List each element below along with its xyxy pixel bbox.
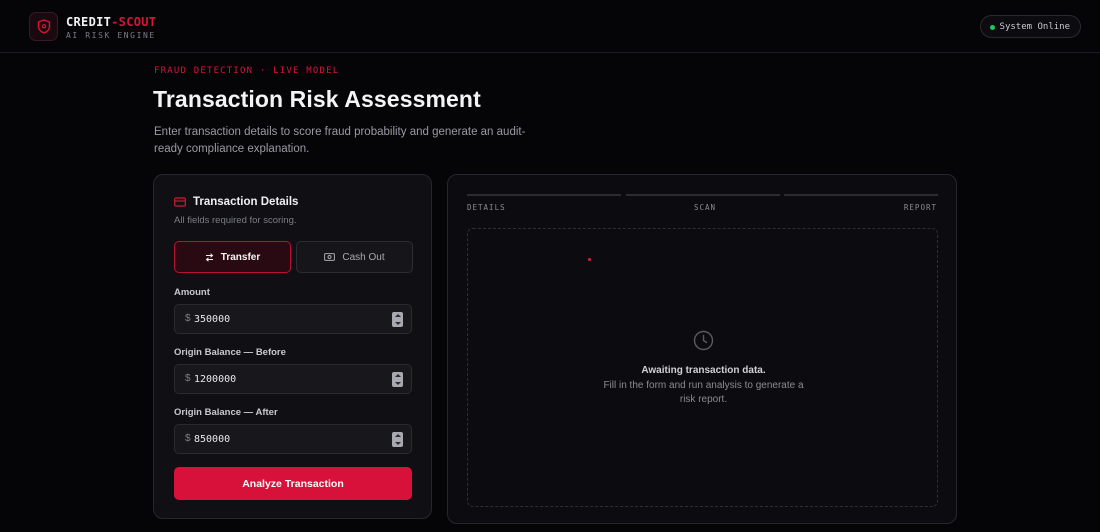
form-header: Transaction Details xyxy=(174,196,298,208)
scan-indicator-dot xyxy=(588,258,591,261)
amount-stepper[interactable] xyxy=(392,312,403,327)
app-header: CREDIT-SCOUT AI RISK ENGINE System Onlin… xyxy=(0,0,1100,53)
form-title: Transaction Details xyxy=(193,196,299,208)
page-title: Transaction Risk Assessment xyxy=(153,86,481,112)
currency-symbol: $ xyxy=(185,313,191,324)
origin-balance-after-stepper[interactable] xyxy=(392,432,403,447)
step-label-scan: SCAN xyxy=(694,203,717,212)
clock-icon xyxy=(693,330,714,351)
system-status-badge: System Online xyxy=(979,15,1081,38)
step-progress-scan xyxy=(626,194,780,196)
type-transfer-label: Transfer xyxy=(220,251,261,263)
brand-name: CREDIT-SCOUT xyxy=(66,15,156,29)
form-subtitle: All fields required for scoring. xyxy=(174,215,297,226)
empty-state-description: Fill in the form and run analysis to gen… xyxy=(603,380,804,405)
type-cash-out-button[interactable]: Cash Out xyxy=(296,241,413,273)
step-progress-report xyxy=(784,194,938,196)
origin-balance-before-stepper[interactable] xyxy=(392,372,403,387)
type-transfer-button[interactable]: Transfer xyxy=(174,241,291,273)
brand-name-main: CREDIT xyxy=(66,15,112,29)
step-progress-details xyxy=(467,194,621,196)
amount-label: Amount xyxy=(174,287,210,298)
currency-symbol: $ xyxy=(185,373,191,384)
status-dot-icon xyxy=(989,25,995,30)
banknote-icon xyxy=(324,253,336,261)
system-status-label: System Online xyxy=(999,21,1070,32)
empty-state-title: Awaiting transaction data. xyxy=(641,365,766,376)
report-empty-state: Awaiting transaction data. Fill in the f… xyxy=(467,228,938,507)
step-label-details: DETAILS xyxy=(467,203,506,212)
transaction-form-card: Transaction Details All fields required … xyxy=(153,174,432,519)
page-description: Enter transaction details to score fraud… xyxy=(154,126,526,155)
currency-symbol: $ xyxy=(185,433,191,444)
analyze-transaction-button[interactable]: Analyze Transaction xyxy=(174,467,412,500)
brand-name-accent: -SCOUT xyxy=(111,15,157,29)
amount-input[interactable] xyxy=(194,305,384,333)
origin-balance-after-label: Origin Balance — After xyxy=(174,407,278,418)
origin-balance-after-wrapper: $ xyxy=(174,424,412,454)
amount-field-wrapper: $ xyxy=(174,304,412,334)
shield-icon xyxy=(37,19,50,34)
origin-balance-before-input[interactable] xyxy=(194,365,384,393)
brand-subtitle: AI RISK ENGINE xyxy=(66,31,156,40)
step-label-report: REPORT xyxy=(903,203,937,212)
type-cash-out-label: Cash Out xyxy=(342,251,385,263)
origin-balance-before-label: Origin Balance — Before xyxy=(174,347,286,358)
credit-card-icon xyxy=(174,197,186,207)
risk-report-card: DETAILS SCAN REPORT Awaiting transaction… xyxy=(447,174,957,524)
origin-balance-after-input[interactable] xyxy=(194,425,384,453)
section-eyebrow: FRAUD DETECTION · LIVE MODEL xyxy=(154,66,340,76)
arrows-swap-icon xyxy=(205,252,214,262)
brand: CREDIT-SCOUT AI RISK ENGINE xyxy=(66,15,156,41)
origin-balance-before-wrapper: $ xyxy=(174,364,412,394)
logo xyxy=(29,12,58,41)
